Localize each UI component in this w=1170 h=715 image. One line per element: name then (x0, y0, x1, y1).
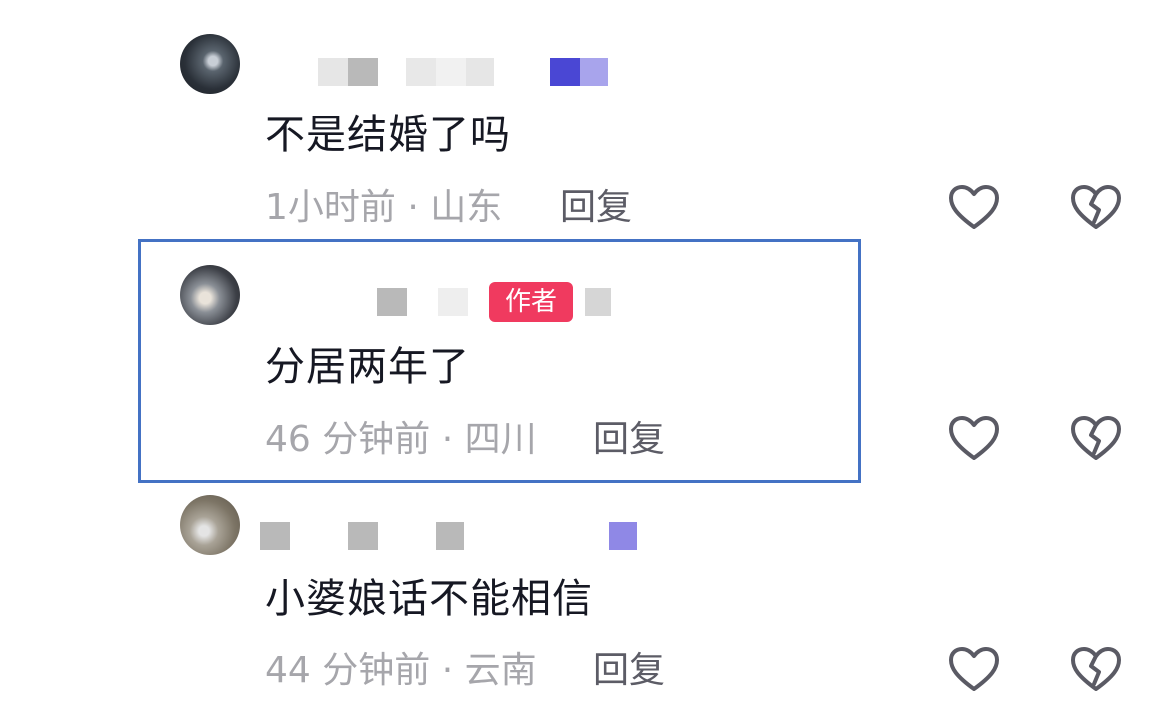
heart-outline-icon[interactable] (948, 646, 1000, 694)
comment-list: 不是结婚了吗 1小时前 · 山东 回复 作者 分居两年了 46 分钟前 · 四川… (0, 0, 1170, 715)
reply-button[interactable]: 回复 (593, 649, 665, 693)
username-blurred[interactable] (260, 522, 660, 554)
comment-text: 小婆娘话不能相信 (265, 576, 593, 622)
comment-time-location: 44 分钟前 · 云南 (265, 650, 537, 691)
avatar[interactable] (180, 495, 240, 555)
broken-heart-icon[interactable] (1070, 646, 1122, 694)
comment-item: 小婆娘话不能相信 44 分钟前 · 云南 回复 (0, 0, 1170, 715)
